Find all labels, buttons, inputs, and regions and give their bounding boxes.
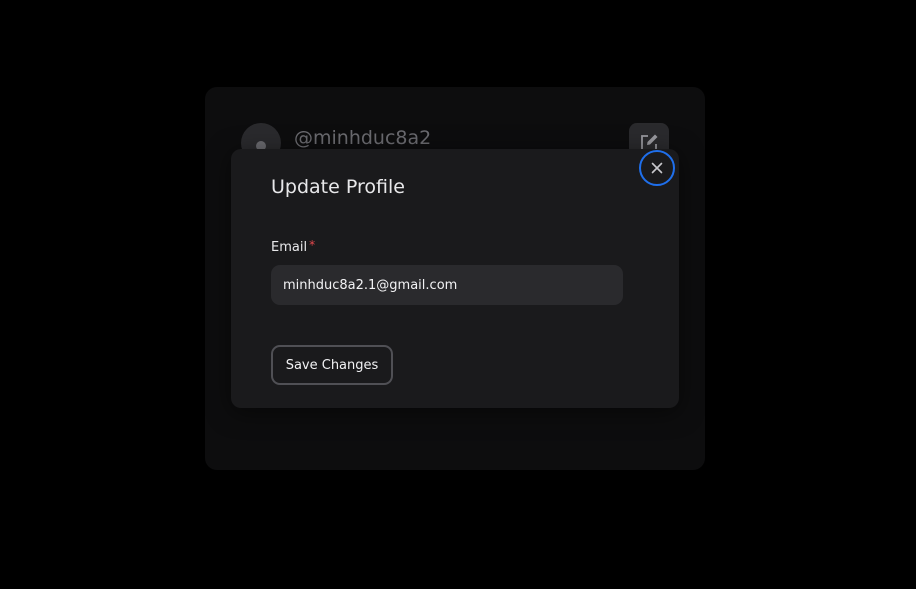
email-field[interactable] — [271, 265, 623, 305]
username: @minhduc8a2 — [294, 127, 432, 149]
close-icon — [651, 162, 663, 174]
close-button[interactable] — [639, 150, 675, 186]
modal-title: Update Profile — [271, 176, 405, 198]
email-label: Email * — [271, 238, 316, 255]
update-profile-modal: Update Profile Email* Save Changes — [231, 149, 679, 408]
required-mark: * — [309, 238, 316, 252]
email-label-text: Email — [271, 240, 308, 255]
save-changes-button[interactable]: Save Changes — [271, 345, 393, 385]
